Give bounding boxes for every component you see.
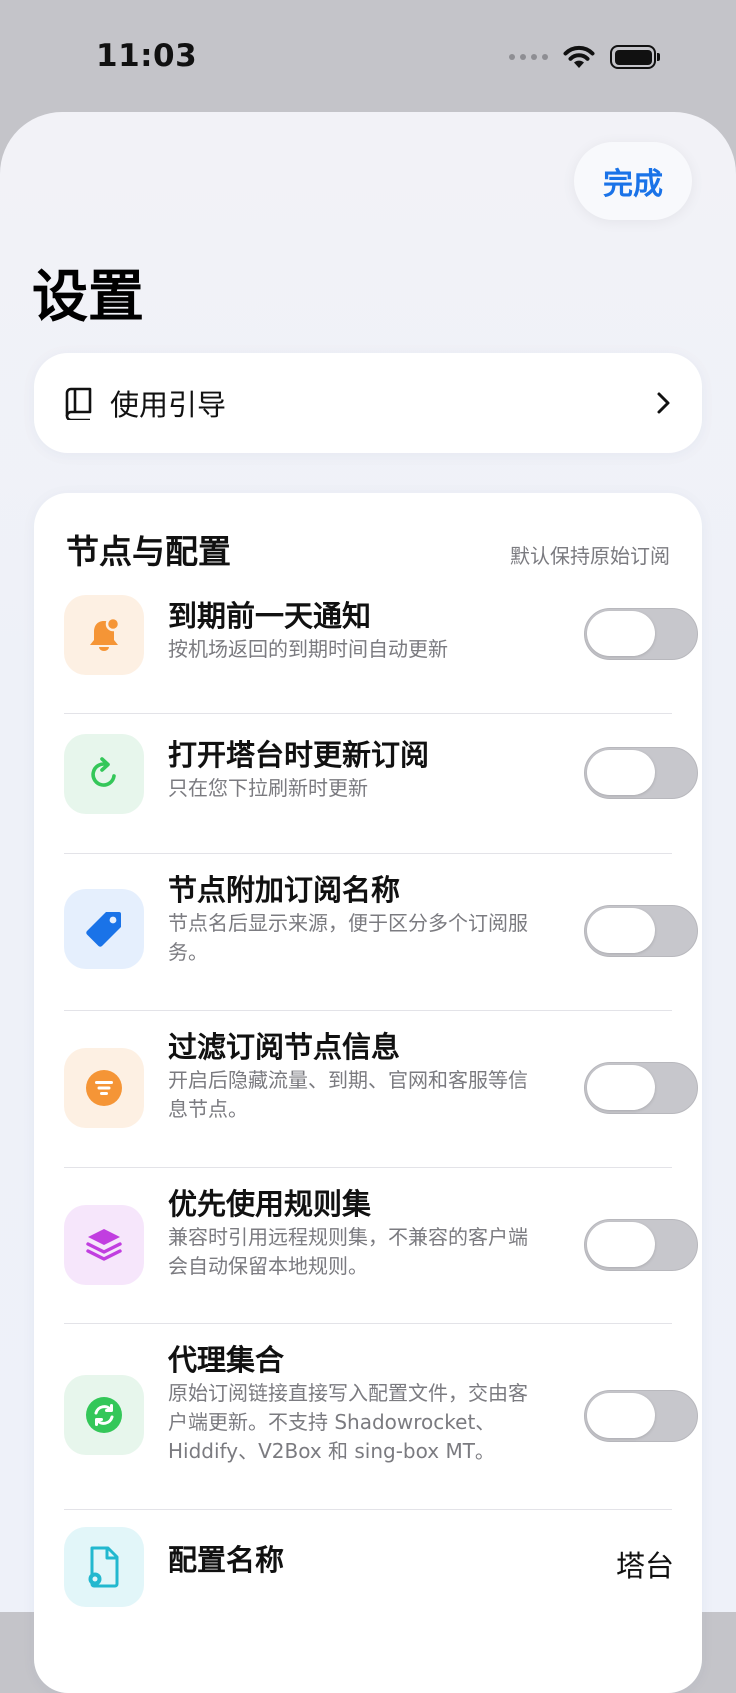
cellular-signal-icon	[509, 54, 548, 60]
book-icon	[65, 387, 92, 420]
filter-icon	[64, 1048, 144, 1128]
setting-title: 配置名称	[168, 1543, 285, 1577]
tag-icon	[64, 889, 144, 969]
setting-row-proxy-providers: 代理集合 原始订阅链接直接写入配置文件，交由客户端更新。不支持 Shadowro…	[64, 1341, 704, 1506]
nodes-config-section: 节点与配置 默认保持原始订阅 到期前一天通知 按机场返回的到期时间自动更新 打开…	[34, 493, 702, 1693]
battery-icon	[610, 45, 660, 69]
setting-subtitle: 节点名后显示来源，便于区分多个订阅服务。	[168, 911, 528, 964]
sync-icon	[64, 1375, 144, 1455]
setting-title: 代理集合	[168, 1343, 285, 1377]
setting-title: 优先使用规则集	[168, 1187, 372, 1221]
wifi-icon	[563, 45, 595, 68]
section-note: 默认保持原始订阅	[510, 544, 670, 568]
page-title: 设置	[32, 265, 144, 330]
done-button[interactable]: 完成	[574, 142, 692, 220]
setting-row-update-on-open: 打开塔台时更新订阅 只在您下拉刷新时更新	[64, 732, 704, 842]
section-header: 节点与配置 默认保持原始订阅	[66, 525, 670, 573]
prefer-rule-sets-toggle[interactable]	[584, 1219, 698, 1271]
setting-title: 节点附加订阅名称	[168, 873, 401, 907]
status-icons	[509, 44, 660, 70]
setting-row-filter-info-nodes: 过滤订阅节点信息 开启后隐藏流量、到期、官网和客服等信息节点。	[64, 1028, 704, 1168]
settings-sheet: 完成 设置 使用引导 节点与配置 默认保持原始订阅 到期前一天通知 按机场返回的…	[0, 112, 736, 1693]
setting-subtitle: 开启后隐藏流量、到期、官网和客服等信息节点。	[168, 1068, 528, 1121]
setting-row-config-name[interactable]: 配置名称 塔台	[64, 1527, 704, 1637]
expiry-notify-toggle[interactable]	[584, 608, 698, 660]
divider	[64, 853, 672, 854]
bell-icon	[64, 595, 144, 675]
setting-title: 到期前一天通知	[168, 599, 372, 633]
setting-title: 过滤订阅节点信息	[168, 1030, 401, 1064]
guide-row[interactable]: 使用引导	[34, 353, 702, 453]
divider	[64, 1323, 672, 1324]
refresh-icon	[64, 734, 144, 814]
setting-subtitle: 原始订阅链接直接写入配置文件，交由客户端更新。不支持 Shadowrocket、…	[168, 1381, 528, 1463]
setting-row-append-sub-name: 节点附加订阅名称 节点名后显示来源，便于区分多个订阅服务。	[64, 871, 704, 1011]
divider	[64, 1167, 672, 1168]
setting-subtitle: 只在您下拉刷新时更新	[168, 776, 368, 800]
proxy-providers-toggle[interactable]	[584, 1390, 698, 1442]
setting-subtitle: 按机场返回的到期时间自动更新	[168, 637, 448, 661]
chevron-right-icon	[657, 392, 670, 414]
update-on-open-toggle[interactable]	[584, 747, 698, 799]
setting-row-prefer-rule-sets: 优先使用规则集 兼容时引用远程规则集，不兼容的客户端会自动保留本地规则。	[64, 1185, 704, 1325]
layers-icon	[64, 1205, 144, 1285]
setting-subtitle: 兼容时引用远程规则集，不兼容的客户端会自动保留本地规则。	[168, 1225, 528, 1278]
divider	[64, 1010, 672, 1011]
setting-title: 打开塔台时更新订阅	[168, 738, 430, 772]
config-name-value: 塔台	[615, 1549, 674, 1583]
status-bar: 11:03	[0, 0, 736, 114]
section-title: 节点与配置	[66, 532, 231, 571]
divider	[64, 1509, 672, 1510]
file-gear-icon	[64, 1527, 144, 1607]
setting-row-expiry-notify: 到期前一天通知 按机场返回的到期时间自动更新	[64, 593, 704, 703]
filter-info-nodes-toggle[interactable]	[584, 1062, 698, 1114]
append-sub-name-toggle[interactable]	[584, 905, 698, 957]
divider	[64, 713, 672, 714]
status-time: 11:03	[96, 38, 198, 74]
guide-label: 使用引导	[110, 388, 227, 422]
